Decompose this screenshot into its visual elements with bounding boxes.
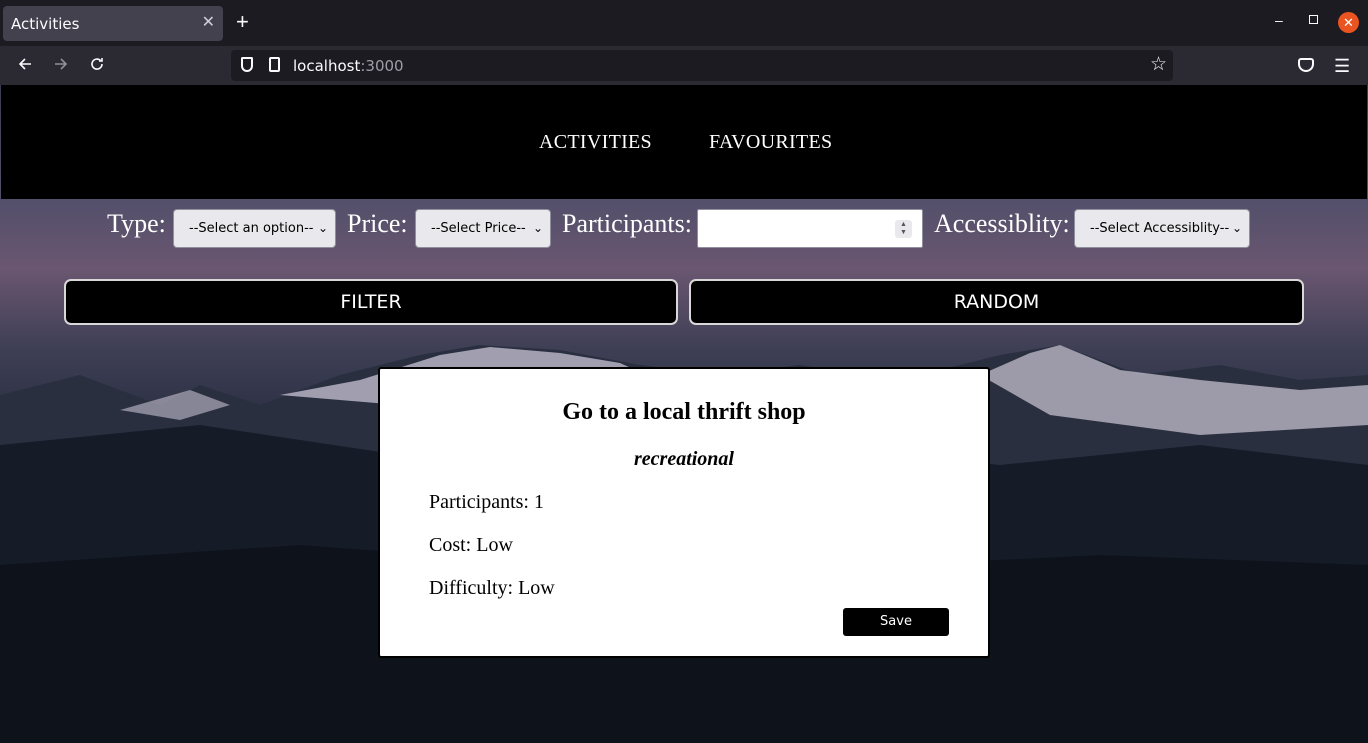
accessibility-select-value: --Select Accessiblity--	[1090, 221, 1230, 236]
nav-link-activities[interactable]: ACTIVITIES	[539, 131, 652, 154]
url-port: :3000	[360, 57, 404, 75]
url-host: localhost	[293, 57, 361, 75]
accessibility-select[interactable]: --Select Accessiblity-- ⌄	[1074, 209, 1250, 248]
participants-label: Participants:	[562, 209, 692, 238]
activity-card: Go to a local thrift shop recreational P…	[378, 367, 990, 658]
chevron-down-icon: ⌄	[317, 221, 328, 235]
activity-cost: Cost: Low	[429, 534, 513, 556]
browser-tab-bar: Activities ✕ + – ✕	[0, 0, 1368, 46]
filter-button[interactable]: FILTER	[64, 279, 678, 325]
maximize-window-button[interactable]	[1309, 15, 1318, 24]
participants-input[interactable]: ▲ ▼	[697, 209, 923, 248]
page-content: ACTIVITIES FAVOURITES Type: --Select an …	[0, 85, 1368, 743]
number-spinner-icon[interactable]: ▲ ▼	[895, 220, 912, 238]
activity-difficulty: Difficulty: Low	[429, 577, 555, 599]
save-button[interactable]: Save	[843, 608, 949, 636]
random-button[interactable]: RANDOM	[689, 279, 1304, 325]
chevron-down-icon: ⌄	[1231, 221, 1242, 235]
close-window-button[interactable]: ✕	[1338, 12, 1359, 33]
tab-title: Activities	[11, 15, 80, 33]
minimize-window-button[interactable]: –	[1275, 12, 1283, 28]
shield-icon[interactable]	[241, 57, 253, 72]
hamburger-menu-icon[interactable]: ☰	[1334, 56, 1350, 77]
nav-link-favourites[interactable]: FAVOURITES	[709, 131, 832, 154]
back-arrow-icon[interactable]	[13, 54, 37, 78]
price-select-value: --Select Price--	[431, 221, 526, 236]
price-select[interactable]: --Select Price-- ⌄	[415, 209, 551, 248]
url-text[interactable]: localhost:3000	[293, 57, 404, 75]
activity-type: recreational	[634, 448, 734, 470]
accessibility-label: Accessiblity:	[934, 209, 1070, 238]
browser-tab[interactable]: Activities ✕	[3, 6, 223, 41]
type-label: Type:	[107, 209, 166, 238]
chevron-down-icon: ⌄	[532, 221, 543, 235]
activity-title: Go to a local thrift shop	[562, 399, 806, 425]
price-label: Price:	[347, 209, 408, 238]
type-select[interactable]: --Select an option-- ⌄	[173, 209, 336, 248]
type-select-value: --Select an option--	[189, 221, 314, 236]
browser-nav-bar: localhost:3000 ☆ ☰	[0, 46, 1368, 85]
page-icon[interactable]	[269, 57, 280, 72]
new-tab-button[interactable]: +	[236, 11, 249, 33]
pocket-icon[interactable]	[1298, 58, 1314, 72]
reload-icon[interactable]	[85, 54, 109, 78]
site-header: ACTIVITIES FAVOURITES	[1, 85, 1367, 199]
forward-arrow-icon[interactable]	[49, 54, 73, 78]
activity-participants: Participants: 1	[429, 491, 544, 513]
url-bar[interactable]: localhost:3000 ☆	[231, 50, 1173, 81]
tab-close-icon[interactable]: ✕	[202, 12, 215, 32]
bookmark-star-icon[interactable]: ☆	[1150, 53, 1167, 76]
